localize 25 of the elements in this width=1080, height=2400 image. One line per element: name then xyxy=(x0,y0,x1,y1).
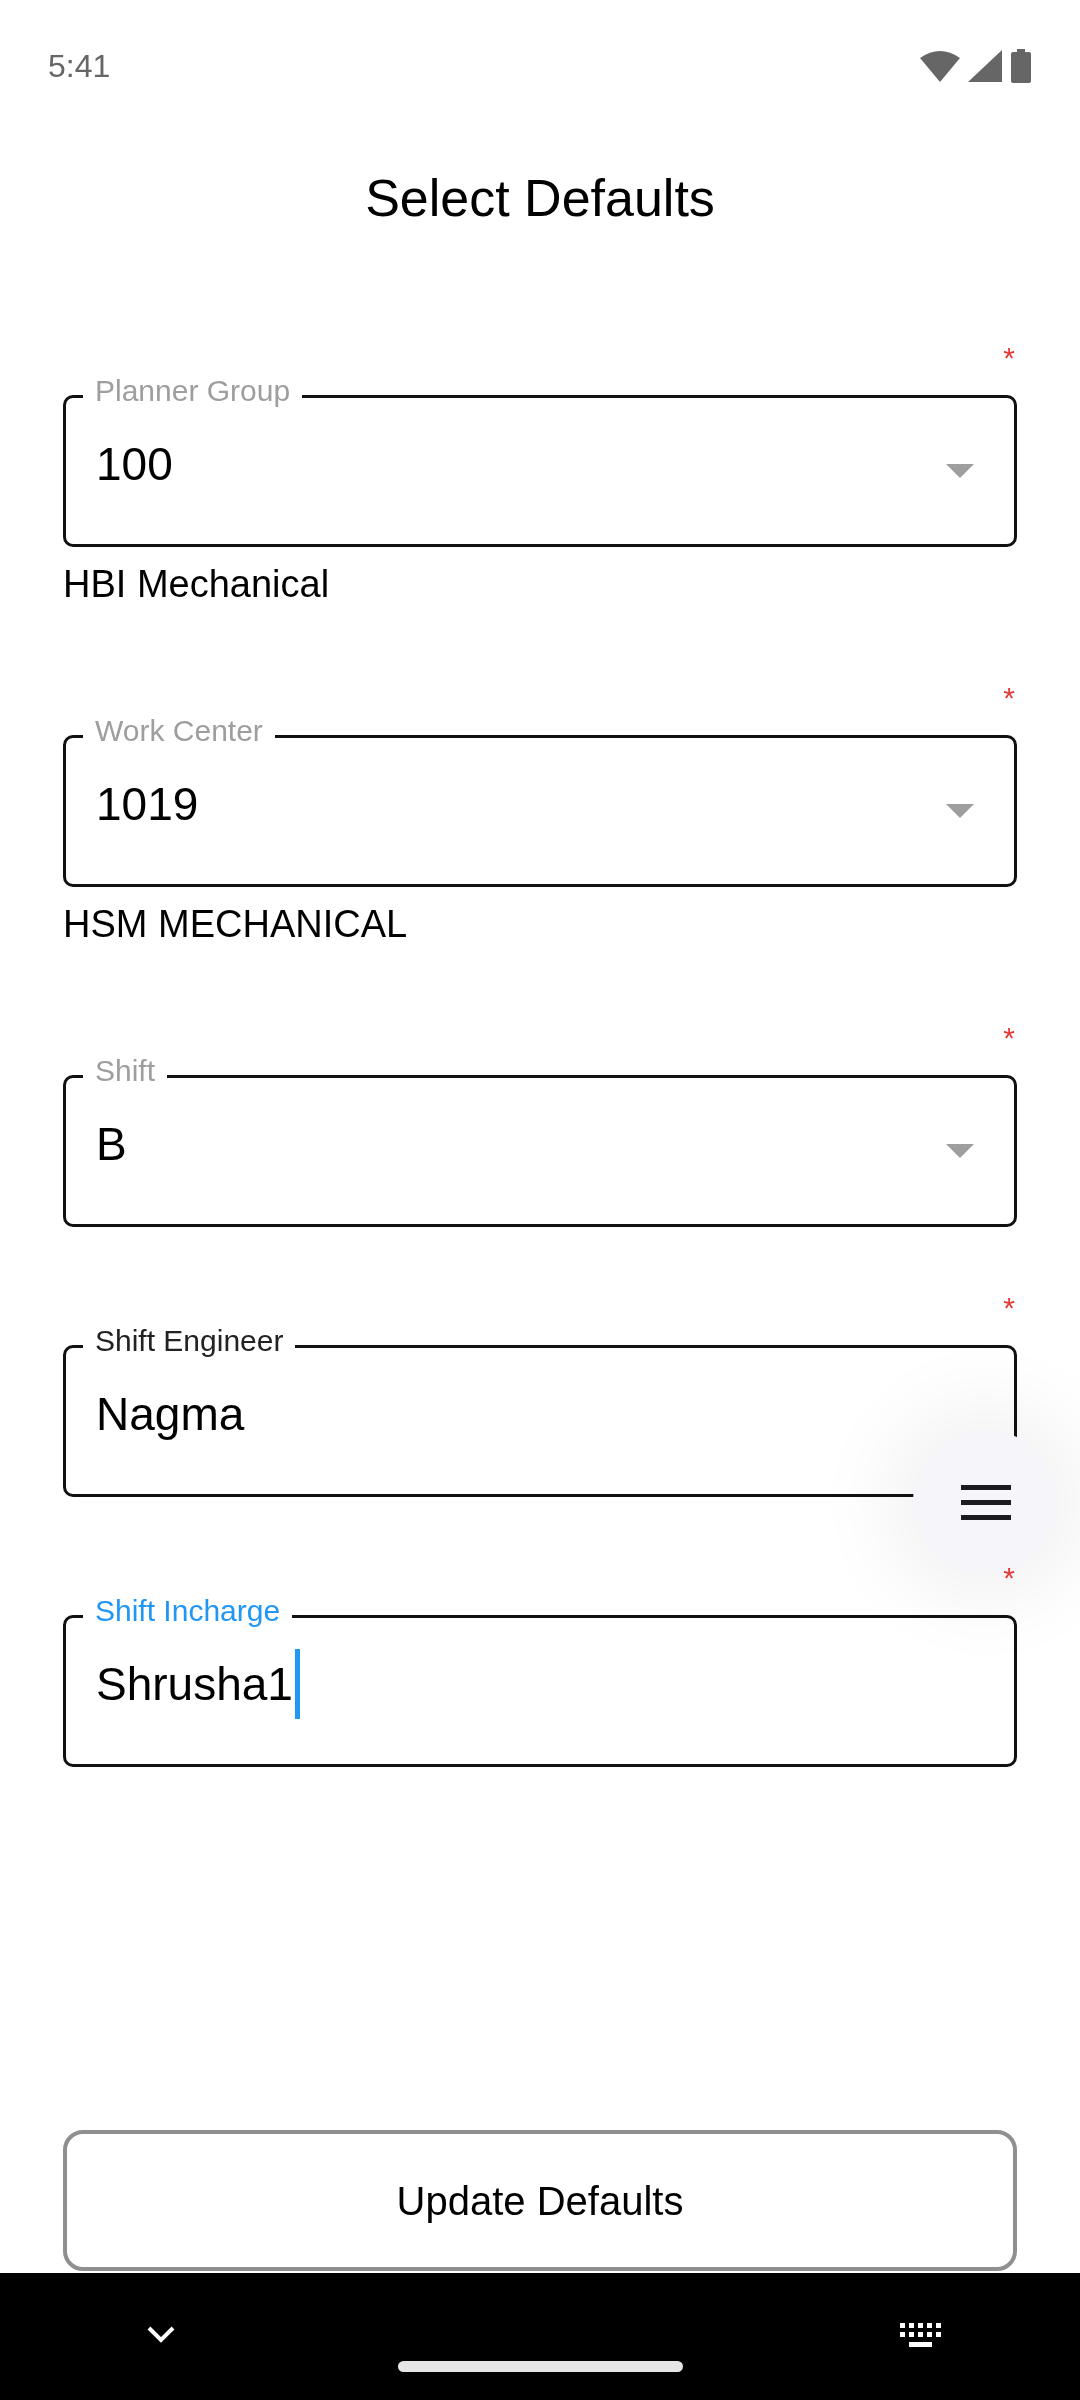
battery-icon xyxy=(1010,49,1032,83)
keyboard-icon[interactable] xyxy=(900,2323,942,2349)
required-asterisk: * xyxy=(1003,1290,1015,1326)
field-value: 100 xyxy=(96,437,173,492)
update-defaults-button[interactable]: Update Defaults xyxy=(63,2130,1017,2271)
required-asterisk: * xyxy=(1003,340,1015,376)
field-value: 1019 xyxy=(96,777,199,832)
status-time: 5:41 xyxy=(48,47,111,86)
wifi-icon xyxy=(920,50,960,82)
page-title: Select Defaults xyxy=(365,168,715,228)
required-asterisk: * xyxy=(1003,1020,1015,1056)
field-caption: HBI Mechanical xyxy=(63,562,331,607)
required-asterisk: * xyxy=(1003,1560,1015,1596)
required-asterisk: * xyxy=(1003,680,1015,716)
field-value: B xyxy=(96,1117,127,1172)
chevron-down-icon[interactable] xyxy=(146,2325,176,2343)
field-value: Shrusha1 xyxy=(96,1657,293,1712)
field-value: Nagma xyxy=(96,1387,245,1442)
field-caption: HSM MECHANICAL xyxy=(63,902,409,947)
dropdown-arrow-icon[interactable] xyxy=(946,804,974,818)
text-cursor xyxy=(294,1649,300,1719)
dropdown-arrow-icon[interactable] xyxy=(946,464,974,478)
menu-icon xyxy=(960,1484,1011,1521)
signal-icon xyxy=(968,50,1002,82)
dropdown-arrow-icon[interactable] xyxy=(946,1144,974,1158)
